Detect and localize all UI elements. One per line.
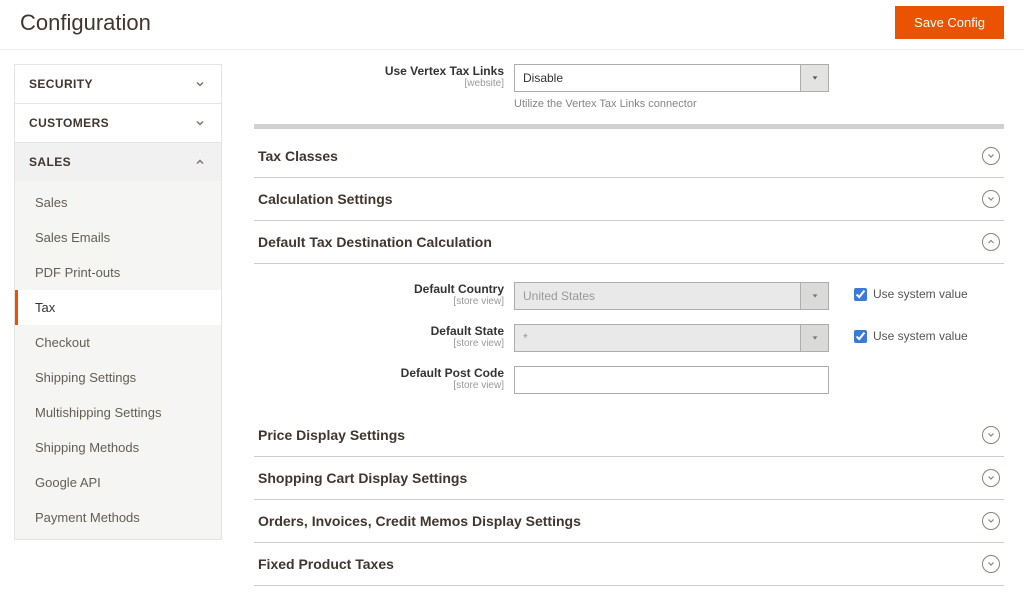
default-postcode-label: Default Post Code xyxy=(254,366,504,380)
checkbox-input[interactable] xyxy=(854,330,867,343)
main-content: Use Vertex Tax Links [website] Disable U… xyxy=(230,50,1024,606)
expand-icon xyxy=(982,190,1000,208)
default-state-value: * xyxy=(515,331,800,345)
default-state-system-checkbox[interactable]: Use system value xyxy=(854,324,968,343)
collapse-icon xyxy=(982,233,1000,251)
sidebar-item-shipping-methods[interactable]: Shipping Methods xyxy=(15,430,221,465)
vertex-label: Use Vertex Tax Links xyxy=(254,64,504,78)
section-tax-classes[interactable]: Tax Classes xyxy=(254,135,1004,178)
sidebar-group-label: SECURITY xyxy=(29,77,93,91)
section-title: Calculation Settings xyxy=(258,191,393,207)
default-country-system-checkbox[interactable]: Use system value xyxy=(854,282,968,301)
sidebar-item-shipping-settings[interactable]: Shipping Settings xyxy=(15,360,221,395)
sidebar-group-customers[interactable]: CUSTOMERS xyxy=(14,103,222,142)
vertex-select-value: Disable xyxy=(515,71,800,85)
section-title: Tax Classes xyxy=(258,148,338,164)
section-title: Orders, Invoices, Credit Memos Display S… xyxy=(258,513,581,529)
dropdown-arrow-icon xyxy=(800,65,828,91)
default-country-value: United States xyxy=(515,289,800,303)
default-postcode-scope: [store view] xyxy=(254,380,504,391)
expand-icon xyxy=(982,512,1000,530)
sidebar-group-sales[interactable]: SALES xyxy=(14,142,222,181)
sidebar-item-multishipping-settings[interactable]: Multishipping Settings xyxy=(15,395,221,430)
sidebar-group-security[interactable]: SECURITY xyxy=(14,64,222,103)
default-state-label: Default State xyxy=(254,324,504,338)
default-country-scope: [store view] xyxy=(254,296,504,307)
sidebar-item-checkout[interactable]: Checkout xyxy=(15,325,221,360)
section-title: Fixed Product Taxes xyxy=(258,556,394,572)
page-title: Configuration xyxy=(20,10,151,36)
sidebar-group-label: SALES xyxy=(29,155,71,169)
expand-icon xyxy=(982,469,1000,487)
vertex-hint: Utilize the Vertex Tax Links connector xyxy=(514,98,1004,110)
sidebar-group-label: CUSTOMERS xyxy=(29,116,109,130)
chevron-down-icon xyxy=(193,116,207,130)
section-default-destination[interactable]: Default Tax Destination Calculation xyxy=(254,221,1004,264)
expand-icon xyxy=(982,147,1000,165)
section-fixed-product-taxes[interactable]: Fixed Product Taxes xyxy=(254,543,1004,586)
section-cart-display[interactable]: Shopping Cart Display Settings xyxy=(254,457,1004,500)
dropdown-arrow-icon xyxy=(800,283,828,309)
checkbox-input[interactable] xyxy=(854,288,867,301)
chevron-down-icon xyxy=(193,77,207,91)
sidebar-item-pdf-printouts[interactable]: PDF Print-outs xyxy=(15,255,221,290)
sidebar: SECURITY CUSTOMERS SALES Sales Sales Ema… xyxy=(0,50,230,606)
section-title: Shopping Cart Display Settings xyxy=(258,470,467,486)
default-country-label: Default Country xyxy=(254,282,504,296)
default-state-select: * xyxy=(514,324,829,352)
section-title: Default Tax Destination Calculation xyxy=(258,234,492,250)
section-calculation-settings[interactable]: Calculation Settings xyxy=(254,178,1004,221)
sidebar-item-sales-emails[interactable]: Sales Emails xyxy=(15,220,221,255)
default-postcode-input[interactable] xyxy=(514,366,829,394)
checkbox-label: Use system value xyxy=(873,287,968,301)
sidebar-item-tax[interactable]: Tax xyxy=(15,290,221,325)
sidebar-item-google-api[interactable]: Google API xyxy=(15,465,221,500)
default-country-select: United States xyxy=(514,282,829,310)
sidebar-subnav-sales: Sales Sales Emails PDF Print-outs Tax Ch… xyxy=(14,181,222,540)
vertex-scope: [website] xyxy=(254,78,504,89)
sidebar-item-payment-methods[interactable]: Payment Methods xyxy=(15,500,221,535)
section-orders-display[interactable]: Orders, Invoices, Credit Memos Display S… xyxy=(254,500,1004,543)
vertex-select[interactable]: Disable xyxy=(514,64,829,92)
default-state-scope: [store view] xyxy=(254,338,504,349)
section-title: Price Display Settings xyxy=(258,427,405,443)
section-divider xyxy=(254,124,1004,129)
chevron-up-icon xyxy=(193,155,207,169)
section-price-display[interactable]: Price Display Settings xyxy=(254,414,1004,457)
expand-icon xyxy=(982,555,1000,573)
sidebar-item-sales[interactable]: Sales xyxy=(15,185,221,220)
dropdown-arrow-icon xyxy=(800,325,828,351)
expand-icon xyxy=(982,426,1000,444)
section-body-default-destination: Default Country [store view] United Stat… xyxy=(254,264,1004,414)
save-config-button[interactable]: Save Config xyxy=(895,6,1004,39)
checkbox-label: Use system value xyxy=(873,329,968,343)
